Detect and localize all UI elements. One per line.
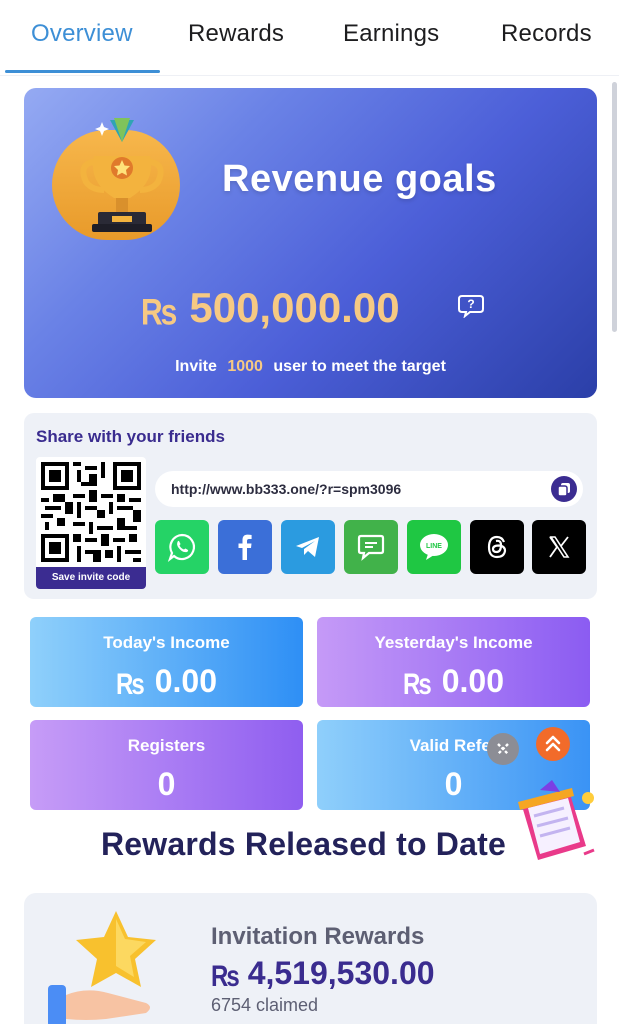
share-telegram-button[interactable] [281,520,335,574]
tab-bar: Overview Rewards Earnings Records [0,0,619,76]
share-sms-button[interactable] [344,520,398,574]
sms-icon [357,534,385,561]
share-whatsapp-button[interactable] [155,520,209,574]
invitation-rewards-card: Invitation Rewards Rs 4,519,530.00 6754 … [24,893,597,1024]
note-suffix: user to meet the target [273,358,446,375]
share-title: Share with your friends [36,427,225,446]
registers-card: Registers 0 [30,720,303,810]
chevron-up-icon [545,735,561,752]
save-invite-code-button[interactable]: Save invite code [36,567,146,589]
stat-value: Rs 0.00 [30,663,303,702]
stat-value: Rs 0.00 [317,663,590,702]
revenue-target-amount: Rs 500,000.00 [141,284,400,333]
share-card: Share with your friends Save invite code… [24,413,597,599]
hand-star-icon [46,907,176,1024]
revenue-amount-value: 500,000.00 [189,284,400,331]
active-tab-indicator [5,70,160,73]
invite-link-text: http://www.bb333.one/?r=spm3096 [171,481,402,497]
tab-earnings[interactable]: Earnings [343,20,439,48]
facebook-icon [238,534,252,560]
close-icon [497,743,509,755]
todays-income-value: 0.00 [154,663,217,699]
scroll-to-top-button[interactable] [536,727,570,761]
note-count: 1000 [227,358,263,375]
trophy-icon [52,112,182,242]
stat-label: Today's Income [103,633,230,652]
share-x-button[interactable] [532,520,586,574]
currency-symbol: Rs [116,667,145,702]
stat-label: Yesterday's Income [374,633,533,652]
gift-box-icon[interactable] [508,776,600,866]
line-icon: LINE [420,534,448,560]
qr-code[interactable]: Save invite code [36,457,146,589]
stat-label: Registers [127,736,206,755]
copy-icon [557,483,570,497]
svg-text:LINE: LINE [426,543,442,550]
threads-icon [487,535,507,559]
tab-rewards[interactable]: Rewards [188,20,284,48]
claimed-count: 6754 claimed [211,995,319,1015]
currency-symbol: Rs [141,291,177,333]
close-floating-button[interactable] [487,733,519,765]
note-prefix: Invite [175,358,217,375]
revenue-goals-card: Revenue goals Rs 500,000.00 ? Invite 100… [24,88,597,398]
currency-symbol: Rs [211,959,240,994]
invite-link-field[interactable]: http://www.bb333.one/?r=spm3096 [155,471,583,507]
yesterdays-income-card: Yesterday's Income Rs 0.00 [317,617,590,707]
copy-button[interactable] [551,476,577,502]
tab-records[interactable]: Records [501,20,592,48]
share-facebook-button[interactable] [218,520,272,574]
yesterdays-income-value: 0.00 [441,663,504,699]
telegram-icon [296,537,319,557]
invitation-rewards-amount: Rs 4,519,530.00 [211,955,435,994]
x-icon [549,536,570,558]
revenue-title: Revenue goals [222,158,497,200]
question-bubble-icon[interactable]: ? [458,294,484,319]
tab-overview[interactable]: Overview [31,20,133,48]
todays-income-card: Today's Income Rs 0.00 [30,617,303,707]
svg-text:?: ? [467,297,474,311]
revenue-note: Invite 1000 user to meet the target [24,358,597,376]
invitation-amount-value: 4,519,530.00 [247,955,435,991]
currency-symbol: Rs [403,667,432,702]
rewards-released-title: Rewards Released to Date [101,826,506,862]
scrollbar[interactable] [612,82,617,332]
registers-value: 0 [157,766,176,802]
whatsapp-icon [167,533,196,562]
invitation-rewards-label: Invitation Rewards [211,923,425,950]
share-threads-button[interactable] [470,520,524,574]
share-line-button[interactable]: LINE [407,520,461,574]
